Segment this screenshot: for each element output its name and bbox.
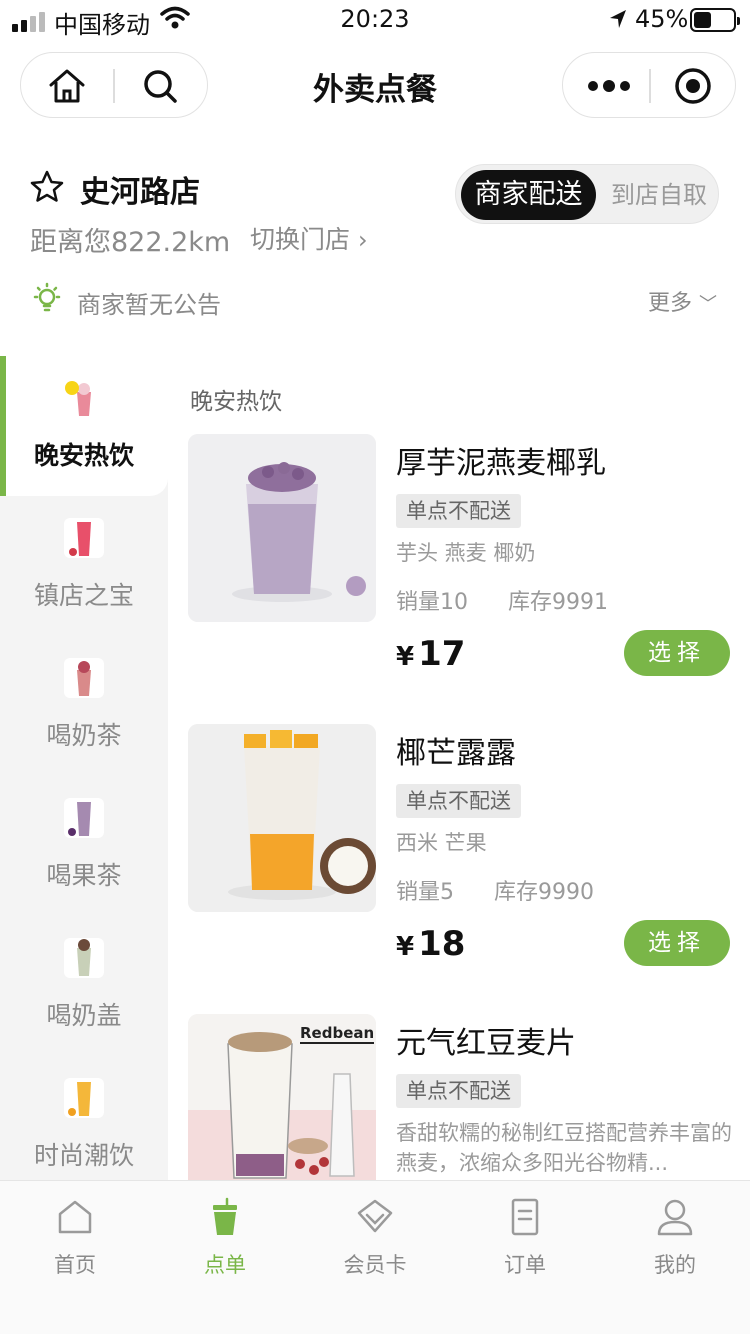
product-price: ¥17 (396, 634, 465, 674)
product-stock: 库存9991 (508, 590, 608, 615)
product-name: 元气红豆麦片 (396, 1026, 576, 1061)
store-distance: 距离您822.2km (30, 227, 231, 258)
select-button[interactable]: 选择 (624, 630, 730, 676)
product-stock: 库存9990 (494, 880, 594, 905)
category-label: 喝奶盖 (46, 1001, 122, 1030)
product-image[interactable] (188, 434, 376, 622)
user-icon (657, 1199, 693, 1236)
image-brand-text: Redbean (300, 1024, 375, 1044)
product-desc: 香甜软糯的秘制红豆搭配营养丰富的燕麦，浓缩众多阳光谷物精... (396, 1121, 732, 1175)
product-desc: 芋头 燕麦 椰奶 (396, 541, 536, 565)
currency-symbol: ¥ (396, 642, 415, 672)
drink-thumb-icon (64, 1078, 104, 1118)
drink-thumb-icon (64, 658, 104, 698)
more-label: 更多 (648, 291, 693, 316)
tab-order[interactable]: 点单 (150, 1197, 300, 1279)
tab-label: 点单 (204, 1253, 246, 1277)
currency-symbol: ¥ (396, 932, 415, 962)
drink-thumb-icon (64, 798, 104, 838)
tab-home[interactable]: 首页 (0, 1197, 150, 1279)
tab-orders[interactable]: 订单 (450, 1197, 600, 1279)
product-name: 厚芋泥燕麦椰乳 (396, 446, 606, 481)
category-item-cheese-foam[interactable]: 喝奶盖 (0, 916, 168, 1056)
product-tag: 单点不配送 (396, 1074, 521, 1108)
store-notice: 商家暂无公告 (77, 291, 221, 319)
product-sales: 销量10 (396, 590, 468, 615)
category-label: 喝奶茶 (46, 721, 122, 750)
product-tag: 单点不配送 (396, 494, 521, 528)
tab-label: 我的 (654, 1253, 696, 1277)
tab-member-card[interactable]: 会员卡 (300, 1197, 450, 1279)
tab-profile[interactable]: 我的 (600, 1197, 750, 1279)
switch-store-link[interactable]: 切换门店 › (250, 220, 368, 256)
product-stats: 销量5 库存9990 (396, 874, 594, 906)
active-indicator (0, 356, 6, 496)
drink-thumb-icon (64, 938, 104, 978)
product-card[interactable]: 椰芒露露 单点不配送 西米 芒果 销量5 库存9990 ¥18 选择 (188, 724, 738, 974)
select-button[interactable]: 选择 (624, 920, 730, 966)
category-item-milk-tea[interactable]: 喝奶茶 (0, 636, 168, 776)
product-image[interactable] (188, 724, 376, 912)
product-card[interactable]: Redbean 元气红豆麦片 单点不配送 香甜软糯的秘制红豆搭配营养丰富的燕麦，… (188, 1014, 738, 1180)
price-value: 18 (418, 924, 466, 964)
receipt-icon (511, 1198, 539, 1236)
product-tag: 单点不配送 (396, 784, 521, 818)
chevron-down-icon: ﹀ (699, 294, 718, 315)
category-label: 喝果茶 (46, 861, 122, 890)
chevron-right-icon: › (358, 226, 368, 254)
product-desc: 西米 芒果 (396, 831, 487, 855)
product-name: 椰芒露露 (396, 736, 516, 771)
product-image[interactable]: Redbean (188, 1014, 376, 1180)
product-sales: 销量5 (396, 880, 454, 905)
category-label: 晚安热饮 (33, 441, 134, 470)
more-notice-button[interactable]: 更多 ﹀ (648, 285, 717, 317)
location-arrow-icon (610, 10, 626, 28)
category-label: 镇店之宝 (33, 581, 134, 610)
product-price: ¥18 (396, 924, 465, 964)
tab-label: 会员卡 (343, 1253, 407, 1277)
more-dots-icon[interactable] (587, 75, 631, 97)
drink-thumb-icon (64, 378, 104, 418)
price-value: 17 (418, 634, 466, 674)
battery-icon (690, 8, 740, 32)
tab-label: 首页 (54, 1253, 96, 1277)
product-card[interactable]: 厚芋泥燕麦椰乳 单点不配送 芋头 燕麦 椰奶 销量10 库存9991 ¥17 选择 (188, 434, 738, 684)
favorite-star-icon[interactable] (30, 170, 64, 202)
bottom-tab-bar: 首页 点单 会员卡 订单 我的 (0, 1180, 750, 1334)
home-icon (58, 1200, 92, 1234)
bulb-icon (33, 282, 61, 312)
battery-percent: 45% (635, 5, 689, 33)
category-label: 时尚潮饮 (33, 1141, 134, 1170)
category-item-trendy[interactable]: 时尚潮饮 (0, 1056, 168, 1196)
category-item-fruit-tea[interactable]: 喝果茶 (0, 776, 168, 916)
diamond-icon (357, 1199, 393, 1233)
tab-label: 订单 (504, 1253, 546, 1277)
nav-right-capsule (562, 52, 736, 118)
category-item-signature[interactable]: 镇店之宝 (0, 496, 168, 636)
product-stats: 销量10 库存9991 (396, 584, 608, 616)
delivery-option-merchant[interactable]: 商家配送 (461, 170, 596, 220)
store-name: 史河路店 (80, 175, 200, 210)
cup-icon (213, 1197, 237, 1235)
close-target-icon[interactable] (673, 66, 713, 106)
category-item-good-night[interactable]: 晚安热饮 (0, 356, 168, 496)
switch-store-label: 切换门店 (250, 225, 351, 254)
drink-thumb-icon (64, 518, 104, 558)
delivery-option-pickup[interactable]: 到店自取 (604, 165, 714, 225)
section-title: 晚安热饮 (190, 389, 282, 415)
delivery-mode-toggle[interactable]: 商家配送 到店自取 (455, 164, 719, 224)
status-bar: 中国移动 20:23 45% (0, 0, 750, 40)
